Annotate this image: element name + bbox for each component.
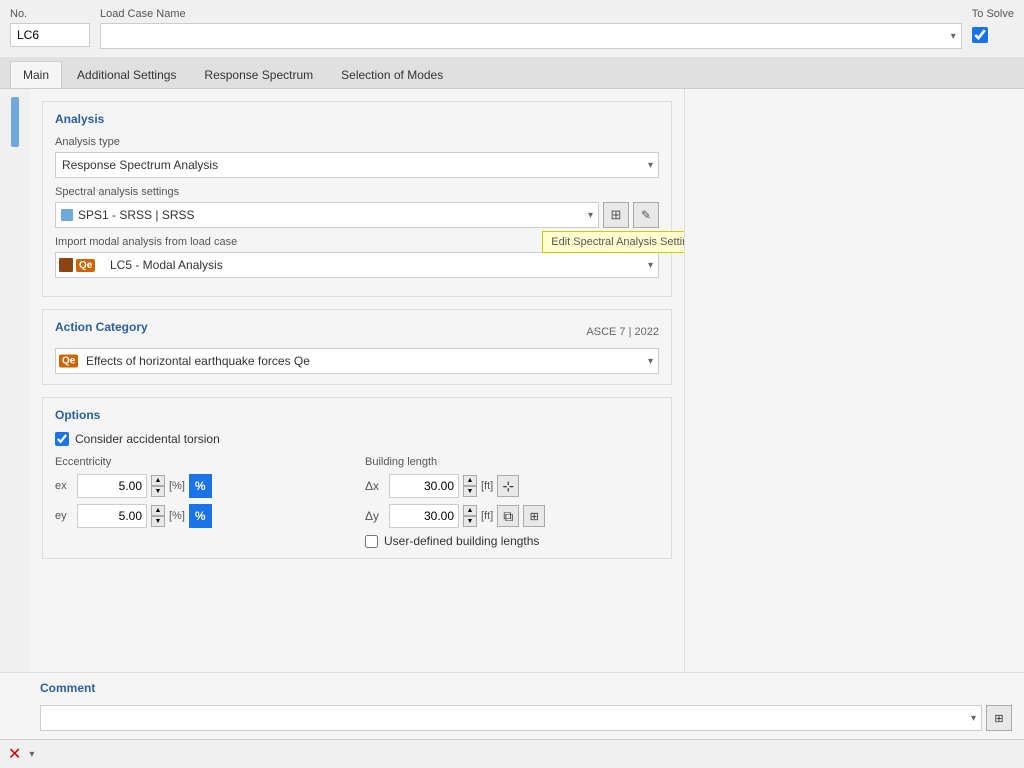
ey-spin-up[interactable]: ▲ <box>151 505 165 516</box>
deltax-input[interactable] <box>389 474 459 498</box>
torsion-row: Consider accidental torsion <box>55 432 659 446</box>
load-case-name-select[interactable] <box>100 23 962 49</box>
deltay-label: Δy <box>365 509 385 523</box>
spectral-edit-btn[interactable]: ✎ Edit Spectral Analysis Settings... <box>633 202 659 228</box>
ex-percent-btn[interactable]: % <box>189 474 212 498</box>
deltax-spinner: ▲ ▼ <box>463 475 477 497</box>
no-label: No. <box>10 8 90 20</box>
to-solve-label: To Solve <box>972 8 1014 20</box>
ex-unit: [%] <box>169 480 185 492</box>
ex-label: ex <box>55 480 73 492</box>
to-solve-checkbox[interactable] <box>972 27 988 43</box>
ex-row: ex ▲ ▼ [%] % <box>55 474 349 498</box>
action-category-select[interactable]: Effects of horizontal earthquake forces … <box>55 348 659 374</box>
no-input[interactable] <box>10 23 90 47</box>
deltay-spinner: ▲ ▼ <box>463 505 477 527</box>
comment-title: Comment <box>40 681 1012 695</box>
deltay-icon-btn[interactable]: ⧉ <box>497 505 519 527</box>
ex-spin-up[interactable]: ▲ <box>151 475 165 486</box>
ey-input[interactable] <box>77 504 147 528</box>
action-category-tag: Qe <box>59 355 78 368</box>
right-panel <box>684 89 1024 672</box>
ey-spinner: ▲ ▼ <box>151 505 165 527</box>
deltay-spin-down[interactable]: ▼ <box>463 516 477 527</box>
deltax-icon-btn[interactable]: ⊹ <box>497 475 519 497</box>
deltax-label: Δx <box>365 479 385 493</box>
analysis-section: Analysis Analysis type Response Spectrum… <box>42 101 672 297</box>
comment-section: Comment ▾ ⊞ <box>0 672 1024 739</box>
main-panel: Analysis Analysis type Response Spectrum… <box>30 89 684 672</box>
ey-row: ey ▲ ▼ [%] % <box>55 504 349 528</box>
deltax-row: Δx ▲ ▼ [ft] ⊹ <box>365 474 659 498</box>
user-defined-checkbox[interactable] <box>365 535 378 548</box>
ex-spinner: ▲ ▼ <box>151 475 165 497</box>
ey-spin-down[interactable]: ▼ <box>151 516 165 527</box>
bottom-bar: ✕ ▾ <box>0 739 1024 768</box>
deltay-input[interactable] <box>389 504 459 528</box>
load-case-name-label: Load Case Name <box>100 8 962 20</box>
comment-input[interactable] <box>40 705 982 731</box>
import-modal-select[interactable]: LC5 - Modal Analysis <box>55 252 659 278</box>
ey-unit: [%] <box>169 510 185 522</box>
deltax-spin-down[interactable]: ▼ <box>463 486 477 497</box>
nav-down-button[interactable]: ▾ <box>29 749 34 760</box>
ey-percent-btn[interactable]: % <box>189 504 212 528</box>
building-length-label: Building length <box>365 456 659 468</box>
tab-response-spectrum[interactable]: Response Spectrum <box>191 61 326 88</box>
eccentricity-label: Eccentricity <box>55 456 349 468</box>
deltay-row: Δy ▲ ▼ [ft] ⧉ ⊞ <box>365 504 659 528</box>
sidebar-indicator <box>11 97 19 147</box>
asce-label: ASCE 7 | 2022 <box>586 326 659 338</box>
ey-label: ey <box>55 510 73 522</box>
deltax-spin-up[interactable]: ▲ <box>463 475 477 486</box>
user-defined-label: User-defined building lengths <box>384 534 539 548</box>
action-category-title: Action Category <box>55 320 148 334</box>
ex-input[interactable] <box>77 474 147 498</box>
deltay-unit: [ft] <box>481 510 493 522</box>
spectral-select[interactable]: SPS1 - SRSS | SRSS <box>55 202 599 228</box>
tabs-bar: Main Additional Settings Response Spectr… <box>0 57 1024 89</box>
tab-selection-of-modes[interactable]: Selection of Modes <box>328 61 456 88</box>
user-defined-row: User-defined building lengths <box>365 534 659 548</box>
ex-spin-down[interactable]: ▼ <box>151 486 165 497</box>
eccentricity-col: Eccentricity ex ▲ ▼ [%] % ey <box>55 456 349 548</box>
deltay-spin-up[interactable]: ▲ <box>463 505 477 516</box>
analysis-type-label: Analysis type <box>55 136 659 148</box>
eccentricity-grid: Eccentricity ex ▲ ▼ [%] % ey <box>55 456 659 548</box>
torsion-checkbox[interactable] <box>55 432 69 446</box>
deltax-unit: [ft] <box>481 480 493 492</box>
close-button[interactable]: ✕ <box>8 744 21 764</box>
tab-main[interactable]: Main <box>10 61 62 88</box>
action-category-section: Action Category ASCE 7 | 2022 Qe Effects… <box>42 309 672 385</box>
analysis-type-select[interactable]: Response Spectrum Analysis <box>55 152 659 178</box>
options-section: Options Consider accidental torsion Ecce… <box>42 397 672 559</box>
spectral-table-btn[interactable]: ⊞ <box>603 202 629 228</box>
left-sidebar <box>0 89 30 672</box>
comment-copy-btn[interactable]: ⊞ <box>986 705 1012 731</box>
deltay-copy-btn[interactable]: ⊞ <box>523 505 545 527</box>
analysis-type-row: Analysis type Response Spectrum Analysis… <box>55 136 659 178</box>
options-title: Options <box>55 408 659 422</box>
analysis-title: Analysis <box>55 112 659 126</box>
torsion-label: Consider accidental torsion <box>75 432 220 446</box>
tab-additional-settings[interactable]: Additional Settings <box>64 61 189 88</box>
import-modal-label: Import modal analysis from load case <box>55 236 659 248</box>
import-modal-row: Import modal analysis from load case Qe … <box>55 236 659 278</box>
building-length-col: Building length Δx ▲ ▼ [ft] ⊹ <box>365 456 659 548</box>
spectral-settings-row: Spectral analysis settings SPS1 - SRSS |… <box>55 186 659 228</box>
spectral-settings-label: Spectral analysis settings <box>55 186 659 198</box>
